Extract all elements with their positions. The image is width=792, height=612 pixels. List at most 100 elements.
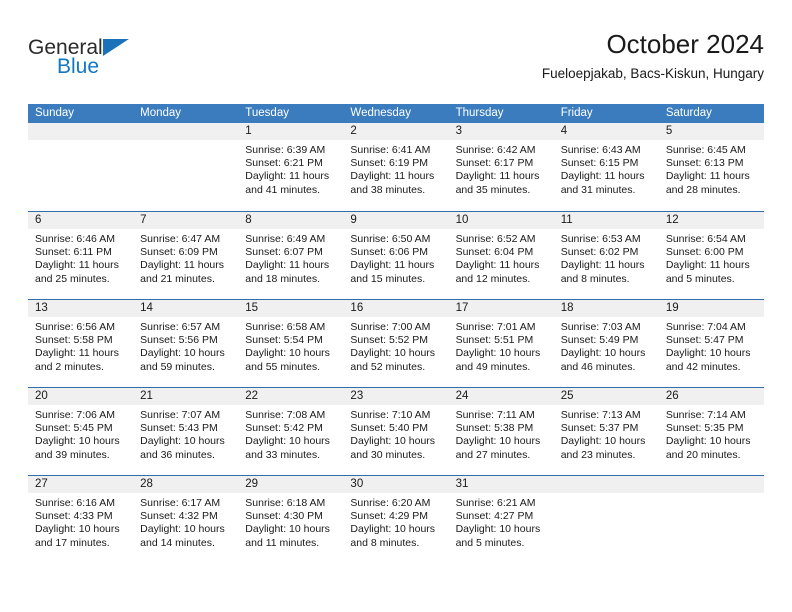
calendar-day-cell[interactable]: 14 Sunrise: 6:57 AM Sunset: 5:56 PM Dayligh… bbox=[133, 300, 239, 387]
daylight-text-line2: and 59 minutes. bbox=[140, 360, 215, 373]
daylight-text-line2: and 12 minutes. bbox=[455, 272, 531, 285]
calendar-day-cell[interactable]: 24 Sunrise: 7:11 AM Sunset: 5:38 PM Dayligh… bbox=[448, 388, 554, 475]
sunset-text: Sunset: 4:32 PM bbox=[140, 510, 218, 523]
daylight-text-line2: and 14 minutes. bbox=[140, 536, 215, 549]
daylight-text-line1: Daylight: 10 hours bbox=[35, 523, 120, 536]
sunset-text: Sunset: 5:49 PM bbox=[560, 334, 639, 347]
calendar-day-cell[interactable]: 26 Sunrise: 7:14 AM Sunset: 5:35 PM Dayligh… bbox=[658, 388, 764, 475]
day-number-band: 24 bbox=[448, 388, 554, 405]
sunrise-text: Sunrise: 6:17 AM bbox=[140, 497, 221, 509]
calendar-day-cell[interactable]: 28 Sunrise: 6:17 AM Sunset: 4:32 PM Dayligh… bbox=[133, 476, 239, 563]
calendar-day-cell[interactable]: 1 Sunrise: 6:39 AM Sunset: 6:21 PM Daylight… bbox=[238, 123, 344, 211]
calendar-day-cell[interactable]: 25 Sunrise: 7:13 AM Sunset: 5:37 PM Dayligh… bbox=[553, 388, 659, 475]
day-sun-info: Sunrise: 7:04 AM Sunset: 5:47 PM Daylight:… bbox=[659, 317, 764, 374]
calendar-day-cell[interactable]: 10 Sunrise: 6:52 AM Sunset: 6:04 PM Dayligh… bbox=[448, 212, 554, 299]
calendar-day-cell[interactable]: 2 Sunrise: 6:41 AM Sunset: 6:19 PM Daylight… bbox=[343, 123, 449, 211]
sunrise-text: Sunrise: 6:58 AM bbox=[245, 321, 326, 333]
day-sun-info: Sunrise: 6:57 AM Sunset: 5:56 PM Daylight:… bbox=[133, 317, 238, 374]
day-number: 8 bbox=[245, 214, 252, 226]
calendar-day-cell[interactable]: 21 Sunrise: 7:07 AM Sunset: 5:43 PM Dayligh… bbox=[133, 388, 239, 475]
day-number: 21 bbox=[140, 390, 153, 402]
day-number: 16 bbox=[350, 302, 364, 314]
sunrise-text: Sunrise: 6:39 AM bbox=[245, 144, 326, 156]
day-number-band: 16 bbox=[343, 300, 449, 317]
daylight-text-line2: and 21 minutes. bbox=[140, 272, 215, 285]
calendar-day-cell[interactable]: 30 Sunrise: 6:20 AM Sunset: 4:29 PM Dayligh… bbox=[343, 476, 449, 563]
day-number-band: 11 bbox=[553, 212, 659, 229]
calendar-day-cell[interactable]: 29 Sunrise: 6:18 AM Sunset: 4:30 PM Dayligh… bbox=[238, 476, 344, 563]
calendar-day-cell[interactable]: 7 Sunrise: 6:47 AM Sunset: 6:09 PM Daylight… bbox=[133, 212, 239, 299]
day-number-band: 1 bbox=[238, 123, 344, 140]
weekday-header-sunday: Sunday bbox=[35, 107, 75, 119]
daylight-text-line2: and 52 minutes. bbox=[350, 360, 426, 373]
daylight-text-line1: Daylight: 11 hours bbox=[350, 170, 435, 183]
day-number: 5 bbox=[665, 125, 673, 137]
sunset-text: Sunset: 6:02 PM bbox=[560, 246, 639, 259]
calendar-day-cell[interactable]: 31 Sunrise: 6:21 AM Sunset: 4:27 PM Dayligh… bbox=[448, 476, 554, 563]
calendar-day-cell[interactable]: 23 Sunrise: 7:10 AM Sunset: 5:40 PM Dayligh… bbox=[343, 388, 449, 475]
sunset-text: Sunset: 6:11 PM bbox=[35, 246, 112, 259]
calendar-day-cell[interactable]: 4 Sunrise: 6:43 AM Sunset: 6:15 PM Daylight… bbox=[553, 123, 659, 211]
sunset-text: Sunset: 5:35 PM bbox=[665, 422, 744, 435]
calendar-day-cell[interactable]: 6 Sunrise: 6:46 AM Sunset: 6:11 PM Daylight… bbox=[28, 212, 134, 299]
calendar-week-row: 13 Sunrise: 6:56 AM Sunset: 5:58 PM Dayligh… bbox=[28, 299, 764, 387]
sunset-text: Sunset: 6:19 PM bbox=[350, 157, 429, 170]
calendar-week-row: 27 Sunrise: 6:16 AM Sunset: 4:33 PM Dayligh… bbox=[28, 475, 764, 563]
calendar-day-cell[interactable]: 8 Sunrise: 6:49 AM Sunset: 6:07 PM Daylight… bbox=[238, 212, 344, 299]
day-number: 6 bbox=[35, 214, 42, 226]
sunset-text: Sunset: 4:27 PM bbox=[455, 510, 534, 523]
calendar-day-cell[interactable]: 13 Sunrise: 6:56 AM Sunset: 5:58 PM Dayligh… bbox=[28, 300, 134, 387]
day-number-band: 14 bbox=[133, 300, 239, 317]
day-sun-info: Sunrise: 7:10 AM Sunset: 5:40 PM Daylight:… bbox=[343, 405, 448, 462]
sunrise-text: Sunrise: 6:21 AM bbox=[455, 497, 536, 509]
day-number-band: 6 bbox=[28, 212, 134, 229]
daylight-text-line2: and 18 minutes. bbox=[245, 272, 320, 285]
daylight-text-line1: Daylight: 11 hours bbox=[455, 170, 540, 183]
sunset-text: Sunset: 5:42 PM bbox=[245, 422, 323, 435]
day-number: 25 bbox=[560, 390, 574, 402]
daylight-text-line2: and 31 minutes. bbox=[560, 183, 636, 196]
day-number-band: 23 bbox=[343, 388, 449, 405]
calendar-day-cell[interactable]: 20 Sunrise: 7:06 AM Sunset: 5:45 PM Dayligh… bbox=[28, 388, 134, 475]
sunset-text: Sunset: 5:37 PM bbox=[560, 422, 639, 435]
calendar-day-cell[interactable]: 19 Sunrise: 7:04 AM Sunset: 5:47 PM Dayligh… bbox=[658, 300, 764, 387]
daylight-text-line1: Daylight: 10 hours bbox=[140, 435, 225, 448]
day-sun-info: Sunrise: 6:46 AM Sunset: 6:11 PM Daylight:… bbox=[28, 229, 133, 286]
calendar-day-cell[interactable]: 3 Sunrise: 6:42 AM Sunset: 6:17 PM Daylight… bbox=[448, 123, 554, 211]
daylight-text-line1: Daylight: 10 hours bbox=[455, 523, 541, 536]
sunrise-text: Sunrise: 7:04 AM bbox=[665, 321, 746, 333]
day-number-band: 20 bbox=[28, 388, 134, 405]
day-number-band: 4 bbox=[553, 123, 659, 140]
daylight-text-line1: Daylight: 10 hours bbox=[455, 347, 541, 360]
calendar-day-cell[interactable]: 22 Sunrise: 7:08 AM Sunset: 5:42 PM Dayligh… bbox=[238, 388, 344, 475]
daylight-text-line2: and 15 minutes. bbox=[350, 272, 426, 285]
page-subtitle: Fueloepjakab, Bacs-Kiskun, Hungary bbox=[541, 66, 764, 81]
day-sun-info: Sunrise: 6:54 AM Sunset: 6:00 PM Daylight:… bbox=[659, 229, 764, 286]
calendar-day-cell[interactable]: 9 Sunrise: 6:50 AM Sunset: 6:06 PM Daylight… bbox=[343, 212, 449, 299]
day-sun-info: Sunrise: 6:45 AM Sunset: 6:13 PM Daylight:… bbox=[659, 140, 764, 197]
sunset-text: Sunset: 6:17 PM bbox=[455, 157, 534, 170]
day-sun-info: Sunrise: 6:42 AM Sunset: 6:17 PM Daylight:… bbox=[449, 140, 554, 197]
general-blue-logo[interactable]: General Blue bbox=[28, 36, 208, 86]
day-number-band: 28 bbox=[133, 476, 239, 493]
daylight-text-line1: Daylight: 10 hours bbox=[560, 347, 646, 360]
calendar-day-cell[interactable]: 15 Sunrise: 6:58 AM Sunset: 5:54 PM Dayligh… bbox=[238, 300, 344, 387]
calendar-day-cell[interactable]: 16 Sunrise: 7:00 AM Sunset: 5:52 PM Dayligh… bbox=[343, 300, 449, 387]
daylight-text-line1: Daylight: 11 hours bbox=[35, 347, 119, 360]
sunrise-text: Sunrise: 7:00 AM bbox=[350, 321, 431, 333]
calendar-page: General Blue October 2024 Fueloepjakab, … bbox=[0, 0, 792, 612]
daylight-text-line1: Daylight: 10 hours bbox=[350, 435, 436, 448]
daylight-text-line2: and 39 minutes. bbox=[35, 448, 110, 461]
calendar-day-cell[interactable]: 12 Sunrise: 6:54 AM Sunset: 6:00 PM Dayligh… bbox=[658, 212, 764, 299]
day-sun-info: Sunrise: 7:01 AM Sunset: 5:51 PM Daylight:… bbox=[449, 317, 554, 374]
calendar-day-cell[interactable]: 18 Sunrise: 7:03 AM Sunset: 5:49 PM Dayligh… bbox=[553, 300, 659, 387]
calendar-day-cell[interactable]: 11 Sunrise: 6:53 AM Sunset: 6:02 PM Dayligh… bbox=[553, 212, 659, 299]
calendar-day-cell[interactable]: 17 Sunrise: 7:01 AM Sunset: 5:51 PM Dayligh… bbox=[448, 300, 554, 387]
day-number-band: 22 bbox=[238, 388, 344, 405]
calendar-day-cell[interactable]: 27 Sunrise: 6:16 AM Sunset: 4:33 PM Dayligh… bbox=[28, 476, 134, 563]
day-number: 17 bbox=[455, 302, 469, 314]
calendar-day-cell[interactable]: 5 Sunrise: 6:45 AM Sunset: 6:13 PM Daylight… bbox=[658, 123, 764, 211]
sunset-text: Sunset: 5:43 PM bbox=[140, 422, 218, 435]
day-number: 31 bbox=[455, 478, 469, 490]
daylight-text-line2: and 30 minutes. bbox=[350, 448, 426, 461]
